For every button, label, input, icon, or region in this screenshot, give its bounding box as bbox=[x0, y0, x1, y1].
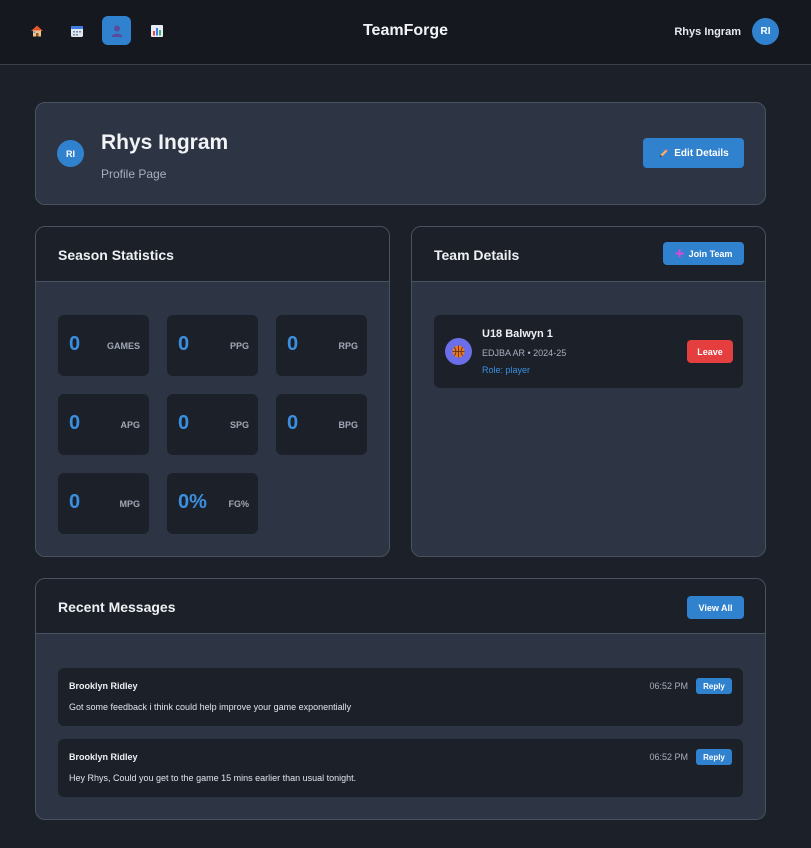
stat-label: RPG bbox=[338, 341, 358, 351]
current-user-name: Rhys Ingram bbox=[674, 26, 741, 38]
message-time: 06:52 PM bbox=[649, 681, 688, 691]
message-item[interactable]: Brooklyn Ridley 06:52 PM Reply Got some … bbox=[58, 668, 743, 726]
team-meta: EDJBA AR • 2024-25 bbox=[482, 348, 567, 358]
team-name: U18 Balwyn 1 bbox=[482, 328, 553, 340]
profile-card: RI Rhys Ingram Profile Page Edit Details bbox=[35, 102, 766, 205]
stat-label: SPG bbox=[229, 420, 249, 430]
user-avatar[interactable]: RI bbox=[752, 18, 779, 45]
team-details-card: Team Details Join Team U18 Balwyn 1 EDJB… bbox=[411, 226, 766, 557]
team-role: Role: player bbox=[482, 365, 531, 375]
top-nav: TeamForge Rhys Ingram RI bbox=[0, 0, 811, 65]
stat-apg: 0 APG bbox=[58, 394, 149, 455]
view-all-button[interactable]: View All bbox=[687, 596, 744, 619]
stat-value: 0 bbox=[69, 412, 81, 434]
season-statistics-title: Season Statistics bbox=[58, 247, 174, 263]
profile-avatar: RI bbox=[57, 140, 84, 167]
stat-spg: 0 SPG bbox=[167, 394, 258, 455]
stat-bpg: 0 BPG bbox=[276, 394, 367, 455]
pencil-icon bbox=[660, 148, 669, 157]
team-details-title: Team Details bbox=[434, 247, 520, 263]
stat-label: FG% bbox=[228, 499, 249, 509]
leave-team-button[interactable]: Leave bbox=[687, 340, 733, 363]
stat-label: APG bbox=[120, 420, 140, 430]
stat-value: 0 bbox=[69, 491, 81, 513]
stat-value: 0 bbox=[178, 333, 190, 355]
basketball-icon bbox=[452, 345, 465, 358]
stat-rpg: 0 RPG bbox=[276, 315, 367, 376]
stat-value: 0 bbox=[287, 333, 299, 355]
message-author: Brooklyn Ridley bbox=[69, 681, 138, 691]
recent-messages-card: Recent Messages View All Brooklyn Ridley… bbox=[35, 578, 766, 820]
profile-subtitle: Profile Page bbox=[101, 167, 167, 181]
stat-label: GAMES bbox=[106, 341, 140, 351]
stat-label: PPG bbox=[229, 341, 249, 351]
stat-fg-percent: 0% FG% bbox=[167, 473, 258, 534]
card-header: Season Statistics bbox=[36, 227, 389, 282]
reply-button[interactable]: Reply bbox=[696, 749, 732, 765]
join-team-label: Join Team bbox=[688, 248, 733, 259]
stat-value: 0 bbox=[178, 412, 190, 434]
message-time: 06:52 PM bbox=[649, 752, 688, 762]
message-item[interactable]: Brooklyn Ridley 06:52 PM Reply Hey Rhys,… bbox=[58, 739, 743, 797]
stat-games: 0 GAMES bbox=[58, 315, 149, 376]
message-author: Brooklyn Ridley bbox=[69, 752, 138, 762]
stat-ppg: 0 PPG bbox=[167, 315, 258, 376]
stat-label: BPG bbox=[338, 420, 358, 430]
join-team-button[interactable]: Join Team bbox=[663, 242, 744, 265]
plus-icon bbox=[675, 249, 684, 258]
team-logo bbox=[445, 338, 472, 365]
recent-messages-title: Recent Messages bbox=[58, 599, 176, 615]
stat-value: 0% bbox=[178, 491, 207, 513]
stat-value: 0 bbox=[69, 333, 81, 355]
season-statistics-card: Season Statistics 0 GAMES 0 PPG 0 RPG 0 … bbox=[35, 226, 390, 557]
team-list-item: U18 Balwyn 1 EDJBA AR • 2024-25 Role: pl… bbox=[434, 315, 743, 388]
card-header: Recent Messages View All bbox=[36, 579, 765, 634]
profile-name: Rhys Ingram bbox=[101, 131, 229, 154]
card-header: Team Details Join Team bbox=[412, 227, 765, 282]
message-text: Got some feedback i think could help imp… bbox=[69, 702, 352, 712]
stat-mpg: 0 MPG bbox=[58, 473, 149, 534]
edit-details-label: Edit Details bbox=[674, 147, 729, 159]
message-text: Hey Rhys, Could you get to the game 15 m… bbox=[69, 773, 357, 783]
reply-button[interactable]: Reply bbox=[696, 678, 732, 694]
stat-value: 0 bbox=[287, 412, 299, 434]
stat-label: MPG bbox=[119, 499, 140, 509]
edit-details-button[interactable]: Edit Details bbox=[643, 138, 744, 168]
